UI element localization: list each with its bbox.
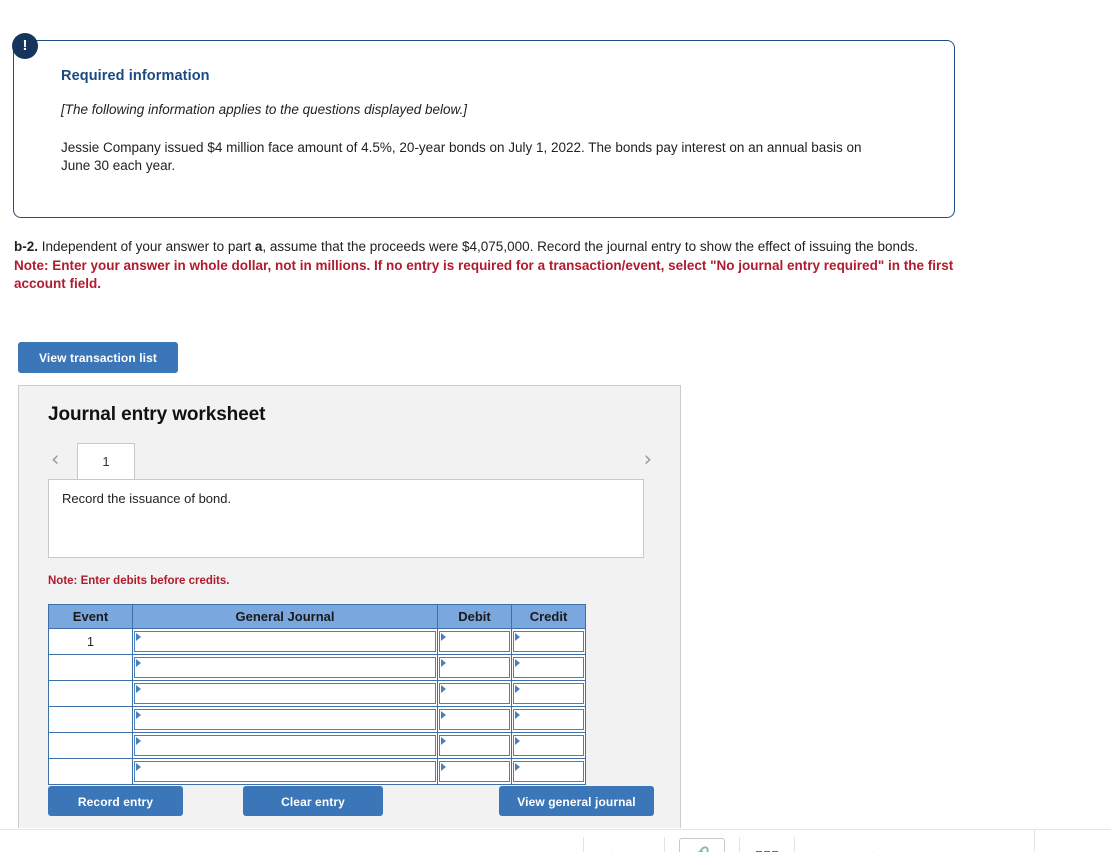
general-journal-cell[interactable]: [132, 758, 438, 785]
toolbar-group-align: ≡ • ▲: [794, 837, 901, 852]
table-header-row: Event General Journal Debit Credit: [48, 604, 586, 629]
chevron-right-icon[interactable]: ›: [644, 445, 652, 473]
debit-cell[interactable]: [437, 680, 512, 707]
required-information-heading: Required information: [61, 68, 210, 84]
bottom-editor-toolbar: ▲ ■ 🔗 ≡ • ▲: [0, 829, 1111, 852]
credit-cell[interactable]: [511, 680, 586, 707]
table-row: [48, 680, 586, 707]
debit-input-4[interactable]: [439, 709, 510, 730]
table-row: 1: [48, 628, 586, 655]
debit-input-6[interactable]: [439, 761, 510, 782]
debit-cell[interactable]: [437, 628, 512, 655]
question-label: b-2.: [14, 239, 39, 254]
account-select-2[interactable]: [134, 657, 436, 678]
credit-cell[interactable]: [511, 654, 586, 681]
bullet-list-icon[interactable]: ≡: [809, 841, 835, 852]
event-number-cell: [48, 654, 133, 681]
required-information-subnote: [The following information applies to th…: [61, 102, 467, 117]
event-number-cell: [48, 732, 133, 759]
event-number-cell: [48, 758, 133, 785]
toolbar-group-text: ▲ ■: [583, 837, 664, 852]
general-journal-cell[interactable]: [132, 732, 438, 759]
debit-cell[interactable]: [437, 654, 512, 681]
credit-input-2[interactable]: [513, 657, 584, 678]
table-row: [48, 654, 586, 681]
required-information-body: Jessie Company issued $4 million face am…: [61, 140, 862, 173]
toolbar-group-grid: [739, 837, 794, 852]
debit-cell[interactable]: [437, 732, 512, 759]
journal-entry-worksheet-panel: Journal entry worksheet ‹ 1 › Record the…: [18, 385, 681, 828]
credit-input-3[interactable]: [513, 683, 584, 704]
text-format-icon[interactable]: ▲: [598, 841, 624, 852]
entry-description-text: Record the issuance of bond.: [62, 491, 232, 506]
column-header-credit: Credit: [511, 604, 586, 629]
event-number-cell: [48, 680, 133, 707]
account-select-6[interactable]: [134, 761, 436, 782]
question-note: Note: Enter your answer in whole dollar,…: [14, 257, 954, 292]
general-journal-cell[interactable]: [132, 628, 438, 655]
question-text-continued: , assume that the proceeds were $4,075,0…: [262, 239, 919, 254]
event-number-cell: 1: [48, 628, 133, 655]
account-select-1[interactable]: [134, 631, 436, 652]
credit-cell[interactable]: [511, 706, 586, 733]
table-row: [48, 706, 586, 733]
account-select-3[interactable]: [134, 683, 436, 704]
view-transaction-list-button[interactable]: View transaction list: [18, 342, 178, 373]
worksheet-tab-strip: ‹ 1 ›: [48, 443, 653, 480]
required-information-callout: Required information [The following info…: [13, 40, 955, 218]
journal-entry-table: Event General Journal Debit Credit 1: [48, 604, 586, 785]
table-row: [48, 732, 586, 759]
chevron-left-icon[interactable]: ‹: [51, 445, 59, 473]
toolbar-divider: [1034, 829, 1035, 851]
entry-description-box: Record the issuance of bond.: [48, 479, 644, 558]
question-block: b-2. Independent of your answer to part …: [14, 238, 959, 294]
debit-input-1[interactable]: [439, 631, 510, 652]
credit-input-6[interactable]: [513, 761, 584, 782]
general-journal-cell[interactable]: [132, 706, 438, 733]
column-header-debit: Debit: [437, 604, 512, 629]
credit-cell[interactable]: [511, 758, 586, 785]
link-icon[interactable]: 🔗: [679, 838, 725, 852]
general-journal-cell[interactable]: [132, 654, 438, 681]
view-general-journal-button[interactable]: View general journal: [499, 786, 654, 816]
grid-icon[interactable]: [754, 841, 780, 852]
debit-cell[interactable]: [437, 706, 512, 733]
account-select-4[interactable]: [134, 709, 436, 730]
toolbar-group-link: 🔗: [664, 837, 739, 852]
event-number-cell: [48, 706, 133, 733]
question-text-lead: Independent of your answer to part: [38, 239, 255, 254]
align-icon[interactable]: •: [835, 841, 861, 852]
table-row: [48, 758, 586, 785]
column-header-general-journal: General Journal: [132, 604, 438, 629]
record-entry-button[interactable]: Record entry: [48, 786, 183, 816]
debit-cell[interactable]: [437, 758, 512, 785]
credit-input-4[interactable]: [513, 709, 584, 730]
credit-input-5[interactable]: [513, 735, 584, 756]
debits-before-credits-note: Note: Enter debits before credits.: [48, 575, 230, 587]
debit-input-5[interactable]: [439, 735, 510, 756]
general-journal-cell[interactable]: [132, 680, 438, 707]
worksheet-title: Journal entry worksheet: [48, 404, 266, 425]
insert-icon[interactable]: ▲: [861, 841, 887, 852]
clear-entry-button[interactable]: Clear entry: [243, 786, 383, 816]
worksheet-tab-1[interactable]: 1: [77, 443, 135, 480]
question-statement: b-2. Independent of your answer to part …: [14, 238, 959, 257]
credit-input-1[interactable]: [513, 631, 584, 652]
account-select-5[interactable]: [134, 735, 436, 756]
credit-cell[interactable]: [511, 628, 586, 655]
highlight-icon[interactable]: ■: [624, 841, 650, 852]
exclamation-icon: !: [12, 33, 38, 59]
column-header-event: Event: [48, 604, 133, 629]
debit-input-2[interactable]: [439, 657, 510, 678]
debit-input-3[interactable]: [439, 683, 510, 704]
credit-cell[interactable]: [511, 732, 586, 759]
